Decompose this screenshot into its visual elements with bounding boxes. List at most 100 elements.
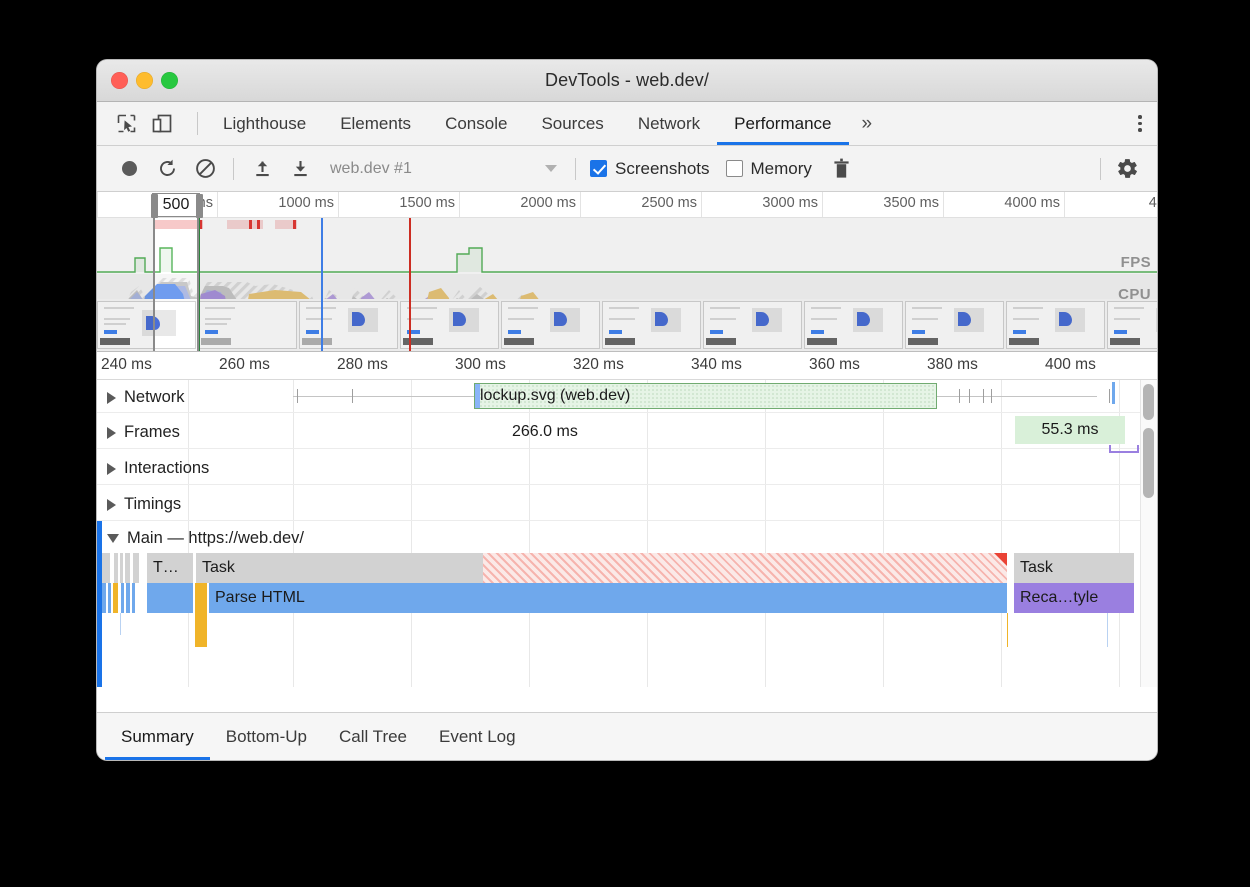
tab-event-log[interactable]: Event Log <box>423 713 532 760</box>
devtools-window: DevTools - web.dev/ <box>97 60 1157 760</box>
track-network-label: Network <box>124 388 185 407</box>
screenshots-checkbox[interactable]: Screenshots <box>590 159 710 179</box>
record-button[interactable] <box>111 152 147 186</box>
network-request-bar[interactable]: lockup.svg (web.dev) <box>474 383 937 409</box>
overview-tick-label: 2000 ms <box>520 195 576 211</box>
tab-network[interactable]: Network <box>621 102 717 145</box>
main-event-task[interactable]: Task <box>1014 553 1134 583</box>
load-profile-button[interactable] <box>244 152 280 186</box>
flame-scrollbar-thumb-top[interactable] <box>1143 384 1154 420</box>
track-timings[interactable]: Timings <box>97 485 1157 521</box>
main-event-task[interactable]: Task <box>196 553 483 583</box>
close-window-button[interactable] <box>111 72 128 89</box>
interaction-bracket[interactable] <box>1109 445 1139 453</box>
frame-duration-label[interactable]: 266.0 ms <box>512 423 578 441</box>
window-titlebar: DevTools - web.dev/ <box>97 60 1157 102</box>
track-main[interactable]: Main — https://web.dev/ T… <box>97 521 1157 687</box>
clear-button[interactable] <box>187 152 223 186</box>
frame-duration-box[interactable]: 55.3 ms <box>1015 416 1125 444</box>
flame-scrollbar-thumb[interactable] <box>1143 428 1154 498</box>
zoom-window-button[interactable] <box>161 72 178 89</box>
main-event-evaluate-script[interactable] <box>113 583 118 613</box>
track-interactions-header[interactable]: Interactions <box>107 459 209 478</box>
main-event-evaluate-script[interactable] <box>195 583 207 613</box>
track-frames-header[interactable]: Frames <box>107 423 180 442</box>
memory-checkbox[interactable]: Memory <box>726 159 812 179</box>
main-event-script[interactable] <box>108 583 111 613</box>
main-event-sub[interactable] <box>1007 613 1008 647</box>
track-main-header[interactable]: Main — https://web.dev/ <box>107 529 304 548</box>
main-event-recalculate-style[interactable]: Reca…tyle <box>1014 583 1134 613</box>
chevron-right-icon[interactable] <box>107 427 116 439</box>
track-timings-header[interactable]: Timings <box>107 495 181 514</box>
main-event-evaluate-script[interactable] <box>195 613 207 647</box>
collect-garbage-button[interactable] <box>824 152 860 186</box>
tabstrip-tool-icons <box>97 102 189 145</box>
network-tick <box>1109 389 1110 403</box>
tab-call-tree[interactable]: Call Tree <box>323 713 423 760</box>
chevron-down-icon[interactable] <box>107 534 119 543</box>
reload-record-button[interactable] <box>149 152 185 186</box>
selection-handle-right[interactable] <box>196 194 203 218</box>
main-event-task[interactable] <box>102 553 110 583</box>
flame-tick-label: 400 ms <box>1045 356 1096 374</box>
track-network[interactable]: Network lockup.svg (web.dev) <box>97 380 1157 413</box>
tab-performance[interactable]: Performance <box>717 102 848 145</box>
track-interactions-label: Interactions <box>124 459 209 478</box>
main-event-script[interactable] <box>126 583 130 613</box>
main-event-task[interactable] <box>133 553 139 583</box>
flame-chart-pane[interactable]: 240 ms 260 ms 280 ms 300 ms 320 ms 340 m… <box>97 352 1157 687</box>
main-event-script[interactable] <box>121 583 124 613</box>
main-event-task[interactable] <box>125 553 130 583</box>
timeline-overview[interactable]: 500 ms 1000 ms 1500 ms 2000 ms 2500 ms 3… <box>97 192 1157 352</box>
selection-handle-left[interactable] <box>151 194 158 218</box>
chevron-right-icon[interactable] <box>107 392 116 404</box>
main-event-task-truncated[interactable]: T… <box>147 553 193 583</box>
flame-body[interactable]: Network lockup.svg (web.dev) <box>97 380 1157 687</box>
chevron-right-icon[interactable] <box>107 463 116 475</box>
tab-bottom-up[interactable]: Bottom-Up <box>210 713 323 760</box>
selection-time-badge: 500 <box>152 193 200 217</box>
overview-body[interactable]: FPS <box>97 218 1157 351</box>
main-event-sub[interactable] <box>1107 613 1108 647</box>
tab-lighthouse[interactable]: Lighthouse <box>206 102 323 145</box>
network-request-queue <box>475 384 480 408</box>
overview-tick-label: 3500 ms <box>883 195 939 211</box>
main-event-sub[interactable] <box>120 613 121 635</box>
flame-tick-label: 340 ms <box>691 356 742 374</box>
gear-icon[interactable] <box>1109 152 1145 186</box>
memory-checkbox-box <box>726 160 743 177</box>
devtools-menu-icon[interactable] <box>1123 115 1157 132</box>
devtools-tabstrip: Lighthouse Elements Console Sources Netw… <box>97 102 1157 146</box>
main-event-label: Parse HTML <box>209 589 305 607</box>
minimize-window-button[interactable] <box>136 72 153 89</box>
main-row-tasks: T… Task Task <box>97 553 1157 583</box>
overview-tick-label: 3000 ms <box>762 195 818 211</box>
chevron-right-icon[interactable] <box>107 499 116 511</box>
inspect-element-icon[interactable] <box>111 109 141 139</box>
track-frames[interactable]: Frames 266.0 ms 55.3 ms <box>97 413 1157 449</box>
overview-selection-window[interactable] <box>153 218 199 351</box>
main-event-task[interactable] <box>120 553 123 583</box>
network-request-segment[interactable] <box>1112 382 1115 404</box>
main-event-script[interactable] <box>132 583 135 613</box>
main-event-task-long[interactable] <box>483 553 1007 583</box>
device-toolbar-icon[interactable] <box>147 109 177 139</box>
tab-sources[interactable]: Sources <box>524 102 620 145</box>
flame-scrollbar-track[interactable] <box>1140 380 1157 687</box>
main-event-parse-html[interactable]: Parse HTML <box>209 583 1007 613</box>
save-profile-button[interactable] <box>282 152 318 186</box>
track-main-label: Main — https://web.dev/ <box>127 529 304 548</box>
track-interactions[interactable]: Interactions <box>97 449 1157 485</box>
main-event-script[interactable] <box>147 583 193 613</box>
track-network-header[interactable]: Network <box>107 388 185 407</box>
tab-console[interactable]: Console <box>428 102 524 145</box>
main-event-script[interactable] <box>102 583 106 613</box>
more-tabs-icon[interactable]: » <box>849 102 886 145</box>
main-event-task[interactable] <box>114 553 118 583</box>
toolbar-divider-1 <box>233 158 234 180</box>
tab-elements[interactable]: Elements <box>323 102 428 145</box>
tab-summary[interactable]: Summary <box>105 713 210 760</box>
network-request-label: lockup.svg (web.dev) <box>475 387 630 405</box>
profile-select[interactable]: web.dev #1 <box>320 154 565 184</box>
